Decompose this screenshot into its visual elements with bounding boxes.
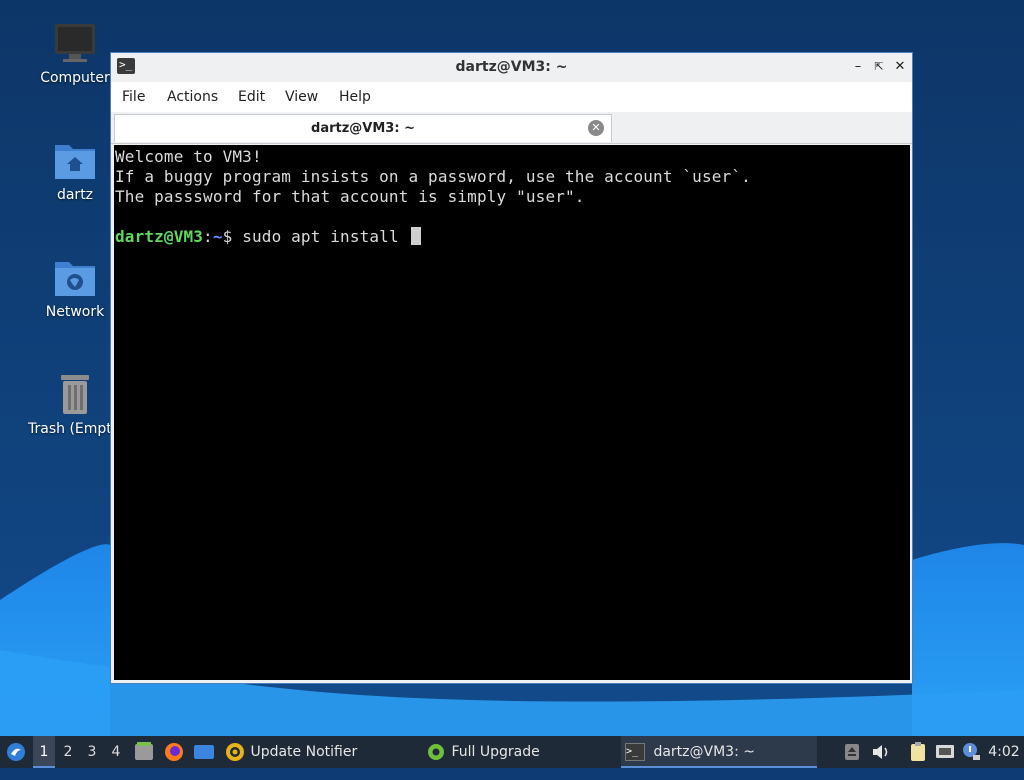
network-wired-icon	[936, 745, 954, 758]
update-notifier-icon	[226, 743, 244, 761]
taskbar: 1 2 3 4 Update Notifier Full Upgrade >_ …	[0, 736, 1024, 768]
task-label: Full Upgrade	[451, 744, 540, 760]
desktop-icon-dartz[interactable]: dartz	[30, 139, 120, 203]
desktop-icon	[194, 745, 214, 759]
window-titlebar[interactable]: >_ dartz@VM3: ~ – ⇱ ✕	[111, 53, 912, 81]
desktop-icon-label: Computer	[40, 70, 110, 86]
show-desktop-button[interactable]	[193, 736, 215, 768]
terminal-line: The passsword for that account is simply…	[115, 187, 585, 206]
update-tray-button[interactable]	[960, 736, 982, 768]
terminal-prompt-line: dartz@VM3:~$ sudo apt install	[115, 227, 421, 246]
tab-close-icon[interactable]: ✕	[588, 120, 604, 136]
workspace-3[interactable]: 3	[81, 736, 103, 768]
prompt-user: dartz@VM3	[115, 227, 204, 246]
terminal-tab[interactable]: dartz@VM3: ~ ✕	[114, 114, 612, 142]
desktop-icon-label: Trash (Empt	[28, 421, 112, 437]
menu-actions[interactable]: Actions	[167, 89, 218, 105]
text-cursor	[410, 227, 421, 245]
clipboard-icon	[911, 742, 925, 761]
terminal-output[interactable]: Welcome to VM3! If a buggy program insis…	[114, 145, 910, 680]
task-terminal[interactable]: >_ dartz@VM3: ~	[621, 736, 817, 768]
firefox-icon	[165, 743, 183, 761]
tab-bar: dartz@VM3: ~ ✕	[111, 112, 912, 144]
prompt-symbol: $	[222, 227, 233, 246]
menu-file[interactable]: File	[122, 89, 145, 105]
eject-tray-button[interactable]	[843, 736, 861, 768]
network-folder-icon	[55, 262, 95, 296]
menubar: File Actions Edit View Help	[111, 82, 912, 112]
gear-icon	[428, 744, 444, 760]
task-label: dartz@VM3: ~	[653, 744, 755, 760]
menu-edit[interactable]: Edit	[238, 89, 265, 105]
window-title: dartz@VM3: ~	[455, 59, 568, 75]
desktop: Computer dartz Network Trash (Empt >_ da…	[0, 0, 1024, 736]
desktop-icon-label: dartz	[56, 187, 94, 203]
speaker-icon	[873, 745, 888, 759]
tab-label: dartz@VM3: ~	[311, 121, 415, 136]
firefox-launcher[interactable]	[163, 736, 185, 768]
terminal-line: Welcome to VM3!	[115, 147, 262, 166]
computer-icon	[55, 24, 95, 62]
minimize-button[interactable]: –	[850, 59, 866, 75]
clipboard-button[interactable]	[907, 736, 929, 768]
desktop-icon-label: Network	[45, 304, 105, 320]
task-label: Update Notifier	[250, 744, 358, 760]
volume-button[interactable]	[870, 736, 892, 768]
network-tray-button[interactable]	[934, 736, 956, 768]
menu-view[interactable]: View	[285, 89, 318, 105]
prompt-path: ~	[212, 227, 223, 246]
terminal-icon: >_	[625, 743, 645, 761]
workspace-4[interactable]: 4	[105, 736, 127, 768]
home-folder-icon	[55, 145, 95, 179]
workspace-1[interactable]: 1	[33, 736, 55, 768]
desktop-icon-computer[interactable]: Computer	[30, 22, 120, 86]
menu-help[interactable]: Help	[339, 89, 371, 105]
task-full-upgrade[interactable]: Full Upgrade	[425, 736, 615, 768]
workspace-2[interactable]: 2	[57, 736, 79, 768]
clock[interactable]: 4:02	[988, 736, 1020, 768]
file-manager-icon	[135, 742, 153, 760]
info-icon	[963, 743, 980, 760]
eject-icon	[845, 744, 859, 760]
command-text: sudo apt install	[232, 227, 409, 246]
terminal-window: >_ dartz@VM3: ~ – ⇱ ✕ File Actions Edit …	[110, 52, 913, 684]
file-manager-launcher[interactable]	[133, 736, 155, 768]
close-button[interactable]: ✕	[892, 59, 908, 75]
terminal-line: If a buggy program insists on a password…	[115, 167, 751, 186]
start-menu-button[interactable]	[5, 736, 27, 768]
maximize-button[interactable]: ⇱	[871, 59, 887, 75]
prompt-separator: :	[203, 227, 213, 246]
desktop-icon-trash[interactable]: Trash (Empt	[28, 373, 120, 437]
desktop-icon-network[interactable]: Network	[30, 256, 120, 320]
task-update-notifier[interactable]: Update Notifier	[224, 736, 419, 768]
trash-icon	[61, 375, 89, 414]
lubuntu-logo-icon	[7, 743, 25, 761]
